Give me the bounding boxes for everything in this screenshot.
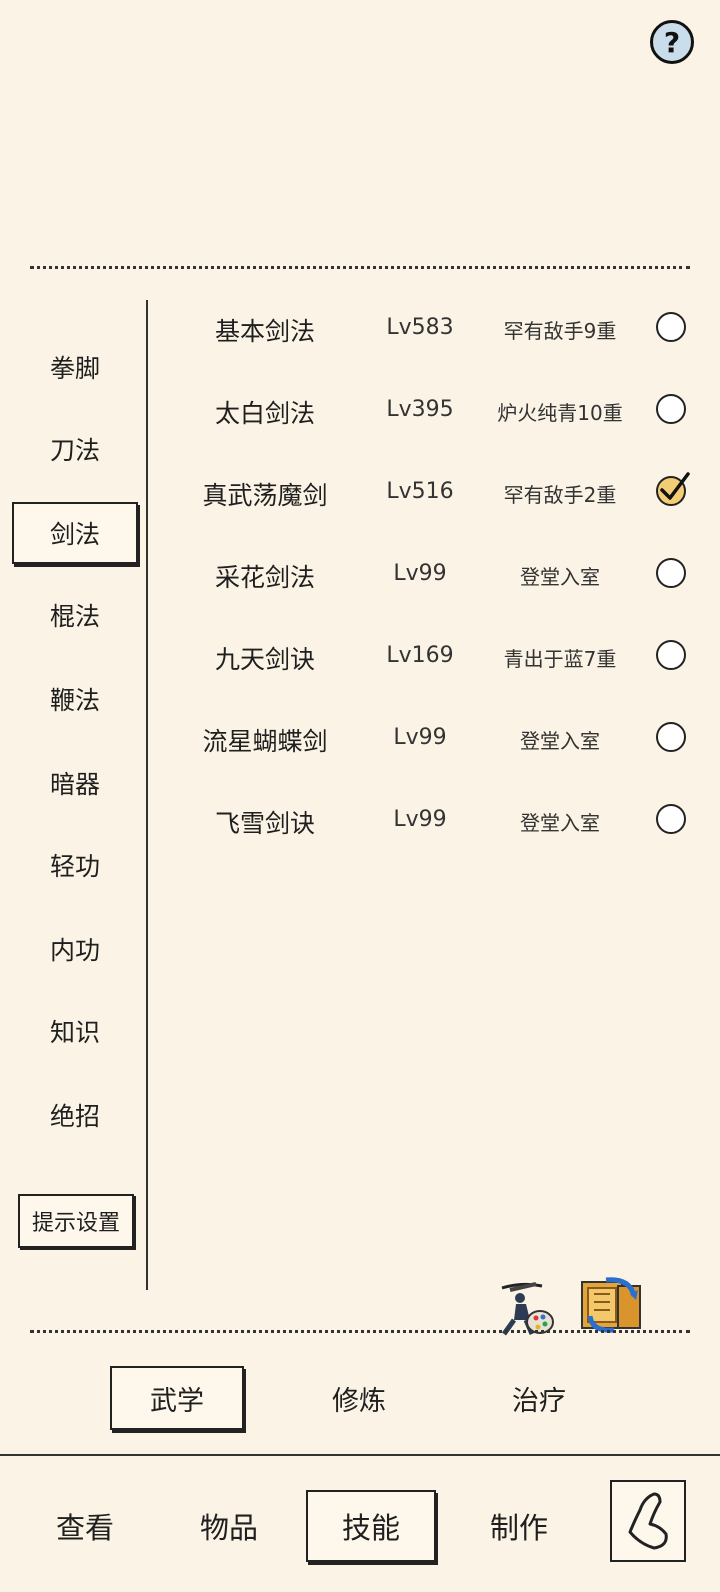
category-zhishi[interactable]: 知识 — [12, 1000, 138, 1062]
hint-settings-label: 提示设置 — [31, 1211, 120, 1236]
category-label: 刀法 — [49, 436, 100, 465]
tab-label: 治疗 — [512, 1385, 566, 1417]
back-button[interactable] — [610, 1480, 686, 1562]
category-label: 鞭法 — [49, 686, 100, 715]
tab-label: 武学 — [150, 1385, 204, 1417]
category-neigong[interactable]: 内功 — [12, 918, 138, 980]
skill-radio[interactable] — [656, 558, 686, 588]
skill-level: Lv99 — [393, 561, 447, 586]
nav-divider — [0, 1454, 720, 1456]
tab-zhiliao[interactable]: 治疗 — [472, 1366, 606, 1430]
nav-chakan[interactable]: 查看 — [20, 1490, 150, 1562]
skill-name: 飞雪剑诀 — [214, 809, 315, 838]
skill-row[interactable]: 真武荡魔剑 Lv516 罕有敌手2重 — [160, 462, 700, 522]
skill-name: 基本剑法 — [214, 317, 315, 346]
category-label: 剑法 — [49, 520, 100, 549]
category-label: 轻功 — [49, 852, 100, 881]
category-quanjiao[interactable]: 拳脚 — [12, 336, 138, 398]
scroll-swap-icon[interactable] — [578, 1272, 642, 1336]
skill-row[interactable]: 九天剑诀 Lv169 青出于蓝7重 — [160, 626, 700, 686]
skill-name: 流星蝴蝶剑 — [202, 727, 328, 756]
skill-radio[interactable] — [656, 640, 686, 670]
hint-settings-button[interactable]: 提示设置 — [18, 1194, 134, 1248]
category-label: 知识 — [49, 1018, 100, 1047]
skill-name: 真武荡魔剑 — [202, 481, 328, 510]
category-gunfa[interactable]: 棍法 — [12, 584, 138, 646]
nav-zhizuo[interactable]: 制作 — [454, 1490, 584, 1562]
tab-xiulian[interactable]: 修炼 — [292, 1366, 426, 1430]
skill-level: Lv395 — [386, 397, 454, 422]
skill-rank: 登堂入室 — [520, 811, 600, 835]
skill-level: Lv99 — [393, 725, 447, 750]
skill-radio-checked[interactable] — [656, 472, 690, 506]
skill-level: Lv99 — [393, 807, 447, 832]
category-label: 绝招 — [49, 1102, 100, 1131]
skill-radio[interactable] — [656, 394, 686, 424]
sidebar-divider — [146, 300, 148, 1290]
skill-row[interactable]: 基本剑法 Lv583 罕有敌手9重 — [160, 298, 700, 358]
skill-radio[interactable] — [656, 722, 686, 752]
nav-jineng[interactable]: 技能 — [306, 1490, 436, 1562]
help-button[interactable]: ? — [650, 20, 694, 64]
help-icon: ? — [663, 25, 681, 59]
bottom-divider-dotted — [30, 1330, 690, 1333]
tab-wuxue[interactable]: 武学 — [110, 1366, 244, 1430]
skill-radio[interactable] — [656, 312, 686, 342]
nav-wupin[interactable]: 物品 — [164, 1490, 294, 1562]
checkmark-icon — [660, 472, 690, 500]
nav-label: 技能 — [341, 1511, 400, 1545]
skill-name: 太白剑法 — [214, 399, 315, 428]
skill-rank: 登堂入室 — [520, 729, 600, 753]
skill-rank: 罕有敌手2重 — [503, 483, 617, 507]
top-divider — [30, 266, 690, 269]
skill-rank: 罕有敌手9重 — [503, 319, 617, 343]
tab-label: 修炼 — [332, 1385, 386, 1417]
category-qinggong[interactable]: 轻功 — [12, 834, 138, 896]
skill-name: 采花剑法 — [214, 563, 315, 592]
skill-rank: 青出于蓝7重 — [503, 647, 617, 671]
category-bianfa[interactable]: 鞭法 — [12, 668, 138, 730]
skill-level: Lv169 — [386, 643, 454, 668]
skill-row[interactable]: 采花剑法 Lv99 登堂入室 — [160, 544, 700, 604]
skill-rank: 炉火纯青10重 — [497, 401, 623, 425]
nav-label: 制作 — [489, 1511, 548, 1545]
category-jianfa[interactable]: 剑法 — [12, 502, 138, 564]
skill-level: Lv583 — [386, 315, 454, 340]
category-label: 内功 — [49, 936, 100, 965]
nav-label: 查看 — [55, 1511, 114, 1545]
skill-rank: 登堂入室 — [520, 565, 600, 589]
category-label: 棍法 — [49, 602, 100, 631]
skill-row[interactable]: 飞雪剑诀 Lv99 登堂入室 — [160, 790, 700, 850]
skill-row[interactable]: 流星蝴蝶剑 Lv99 登堂入室 — [160, 708, 700, 768]
skill-name: 九天剑诀 — [214, 645, 315, 674]
category-label: 拳脚 — [49, 354, 100, 383]
skill-radio[interactable] — [656, 804, 686, 834]
back-arrow-icon — [628, 1492, 668, 1550]
category-juezhao[interactable]: 绝招 — [12, 1084, 138, 1146]
nav-label: 物品 — [199, 1511, 258, 1545]
category-anqi[interactable]: 暗器 — [12, 752, 138, 814]
category-daofa[interactable]: 刀法 — [12, 418, 138, 480]
skill-level: Lv516 — [386, 479, 454, 504]
skill-row[interactable]: 太白剑法 Lv395 炉火纯青10重 — [160, 380, 700, 440]
category-label: 暗器 — [49, 770, 100, 799]
